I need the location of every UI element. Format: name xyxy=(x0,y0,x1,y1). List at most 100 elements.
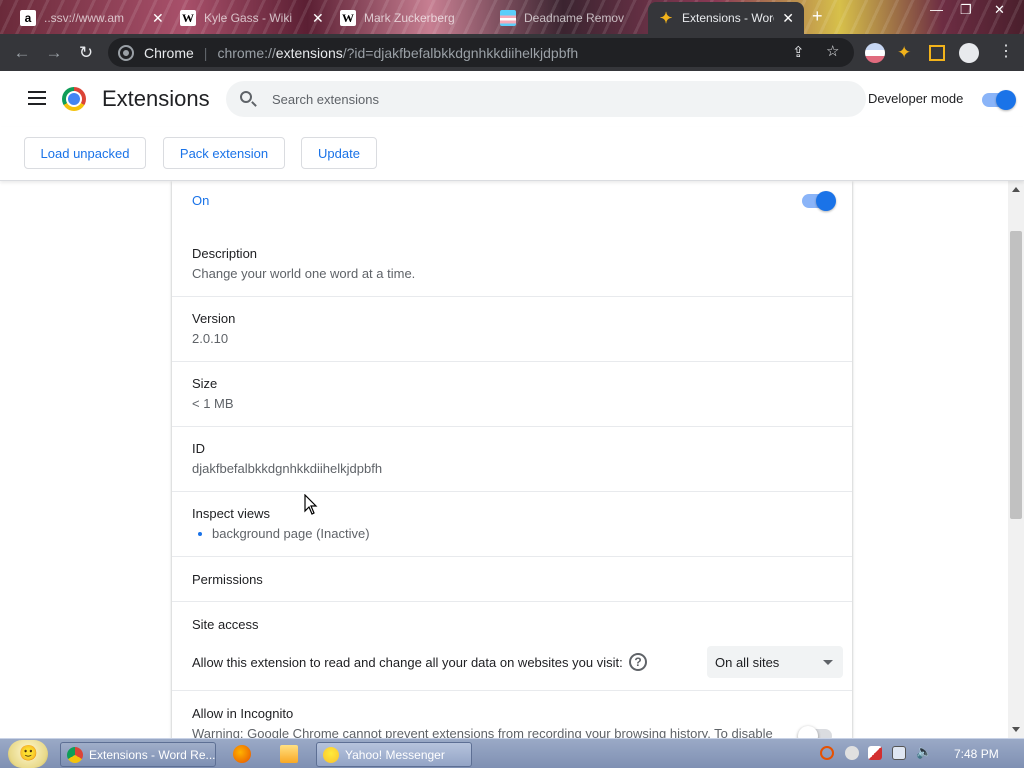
chrome-taskbar-icon xyxy=(67,746,83,763)
url-host: extensions xyxy=(275,44,343,61)
extension-enable-toggle[interactable] xyxy=(802,191,836,211)
minimize-icon[interactable]: — xyxy=(930,2,943,17)
forward-arrow-icon[interactable]: → xyxy=(38,43,70,63)
start-button[interactable] xyxy=(8,740,48,768)
url-prefix: chrome:// xyxy=(217,44,276,61)
developer-action-bar: Load unpacked Pack extension Update xyxy=(0,127,1024,181)
volume-icon[interactable]: 🔈 xyxy=(916,744,932,759)
incognito-toggle[interactable] xyxy=(798,726,832,738)
bullet-icon xyxy=(198,532,202,536)
hamburger-menu-icon[interactable] xyxy=(28,91,46,105)
taskbar-button-label: Yahoo! Messenger xyxy=(345,747,445,762)
site-access-selected-value: On all sites xyxy=(715,654,780,670)
bookmark-star-icon[interactable]: ☆ xyxy=(826,42,839,60)
description-section: Description Change your world one word a… xyxy=(172,233,852,297)
chrome-page-icon xyxy=(118,44,134,61)
messenger-tray-icon[interactable] xyxy=(845,746,859,760)
wikipedia-favicon-icon: W xyxy=(340,10,356,26)
help-icon[interactable]: ? xyxy=(629,653,647,671)
scroll-down-arrow-icon[interactable] xyxy=(1012,727,1020,732)
taskbar-button-label: Extensions - Word Re... xyxy=(89,747,215,762)
puzzle-favicon-icon: ✦ xyxy=(659,10,673,27)
version-label: Version xyxy=(192,311,236,326)
page-title: Extensions xyxy=(102,86,210,111)
chevron-down-icon xyxy=(823,660,833,665)
reload-icon[interactable]: ↻ xyxy=(70,43,102,63)
size-value: < 1 MB xyxy=(192,396,234,411)
folder-icon[interactable] xyxy=(280,745,298,763)
permissions-label: Permissions xyxy=(192,572,263,587)
tab-extensions[interactable]: ✦ Extensions - Word ✕ xyxy=(648,2,804,34)
tab-title: Deadname Remover xyxy=(524,11,624,25)
kebab-menu-icon[interactable]: ⋮ xyxy=(998,41,1018,61)
wikipedia-favicon-icon: W xyxy=(180,10,196,26)
restore-icon[interactable]: ❐ xyxy=(960,2,972,18)
taskbar-clock[interactable]: 7:48 PM xyxy=(954,747,999,761)
version-value: 2.0.10 xyxy=(192,331,229,346)
site-access-label: Site access xyxy=(192,617,259,632)
profile-avatar-icon[interactable] xyxy=(959,43,979,63)
version-section: Version 2.0.10 xyxy=(172,297,852,362)
firefox-icon[interactable] xyxy=(233,745,251,763)
permissions-section: Permissions xyxy=(172,557,852,602)
close-icon[interactable]: ✕ xyxy=(152,10,164,27)
page-scrollbar[interactable] xyxy=(1008,181,1024,738)
taskbar-chrome-button[interactable]: Extensions - Word Re... xyxy=(60,742,216,767)
extensions-puzzle-icon[interactable]: ✦ xyxy=(897,43,917,63)
window-close-icon[interactable]: ✕ xyxy=(994,2,1005,18)
mouse-cursor-icon xyxy=(304,494,318,515)
back-arrow-icon[interactable]: ← xyxy=(6,43,38,63)
tab-title: ..ssv://www.am xyxy=(44,11,125,25)
tab-title: Mark Zuckerberg xyxy=(364,11,455,25)
description-value: Change your world one word at a time. xyxy=(192,266,416,281)
display-tray-icon[interactable] xyxy=(892,746,906,760)
search-icon xyxy=(240,91,252,103)
share-icon[interactable]: ⇪ xyxy=(792,43,805,61)
tab-title: Kyle Gass - Wiki xyxy=(204,11,293,25)
side-panel-icon[interactable] xyxy=(929,45,945,61)
developer-mode-toggle[interactable] xyxy=(982,90,1016,110)
background-page-link[interactable]: background page (Inactive) xyxy=(212,526,370,541)
update-button[interactable]: Update xyxy=(301,137,377,169)
address-bar[interactable]: Chrome | chrome://extensions/?id=djakfbe… xyxy=(108,38,854,67)
network-warning-tray-icon[interactable] xyxy=(868,746,882,760)
toggle-knob xyxy=(798,726,818,738)
id-section: ID djakfbefalbkkdgnhkkdiihelkjdpbfh xyxy=(172,427,852,492)
id-value: djakfbefalbkkdgnhkkdiihelkjdpbfh xyxy=(192,461,383,476)
size-section: Size < 1 MB xyxy=(172,362,852,427)
tab-deadname-remover[interactable]: Deadname Remover xyxy=(490,2,634,34)
pack-extension-button[interactable]: Pack extension xyxy=(163,137,285,169)
search-tray-icon[interactable] xyxy=(820,746,834,760)
size-label: Size xyxy=(192,376,218,391)
scroll-up-arrow-icon[interactable] xyxy=(1012,187,1020,192)
extension-flag-icon[interactable] xyxy=(865,43,885,63)
toggle-knob xyxy=(996,90,1016,110)
tab-wiki-kyle-gass[interactable]: W Kyle Gass - Wiki ✕ xyxy=(170,2,334,34)
developer-mode-label: Developer mode xyxy=(868,91,964,106)
inspect-views-label: Inspect views xyxy=(192,506,271,521)
incognito-warning: Warning: Google Chrome cannot prevent ex… xyxy=(192,726,773,738)
tab-amazon[interactable]: a ..ssv://www.am ✕ xyxy=(10,2,174,34)
tab-wiki-zuckerberg[interactable]: W Mark Zuckerberg xyxy=(330,2,474,34)
scheme-label: Chrome xyxy=(144,44,194,61)
amazon-favicon-icon: a xyxy=(20,10,36,26)
extension-detail-card: On Description Change your world one wor… xyxy=(172,181,852,738)
omnibox-separator: | xyxy=(203,44,208,61)
description-label: Description xyxy=(192,246,258,261)
chrome-logo-icon xyxy=(62,87,86,111)
enabled-status-label: On xyxy=(192,193,210,208)
incognito-label: Allow in Incognito xyxy=(192,706,294,721)
close-icon[interactable]: ✕ xyxy=(312,10,324,27)
search-input[interactable]: Search extensions xyxy=(226,81,866,117)
toggle-knob xyxy=(816,191,836,211)
scrollbar-thumb[interactable] xyxy=(1010,231,1022,519)
details-view: On Description Change your world one wor… xyxy=(0,181,1008,738)
close-icon[interactable]: ✕ xyxy=(782,10,794,27)
search-placeholder: Search extensions xyxy=(272,91,379,107)
site-access-select[interactable]: On all sites xyxy=(707,646,843,678)
new-tab-button[interactable]: + xyxy=(812,6,823,27)
load-unpacked-button[interactable]: Load unpacked xyxy=(24,137,146,169)
flag-favicon-icon xyxy=(500,10,516,26)
taskbar-yahoo-messenger-button[interactable]: Yahoo! Messenger xyxy=(316,742,472,767)
site-access-description: Allow this extension to read and change … xyxy=(192,655,623,670)
